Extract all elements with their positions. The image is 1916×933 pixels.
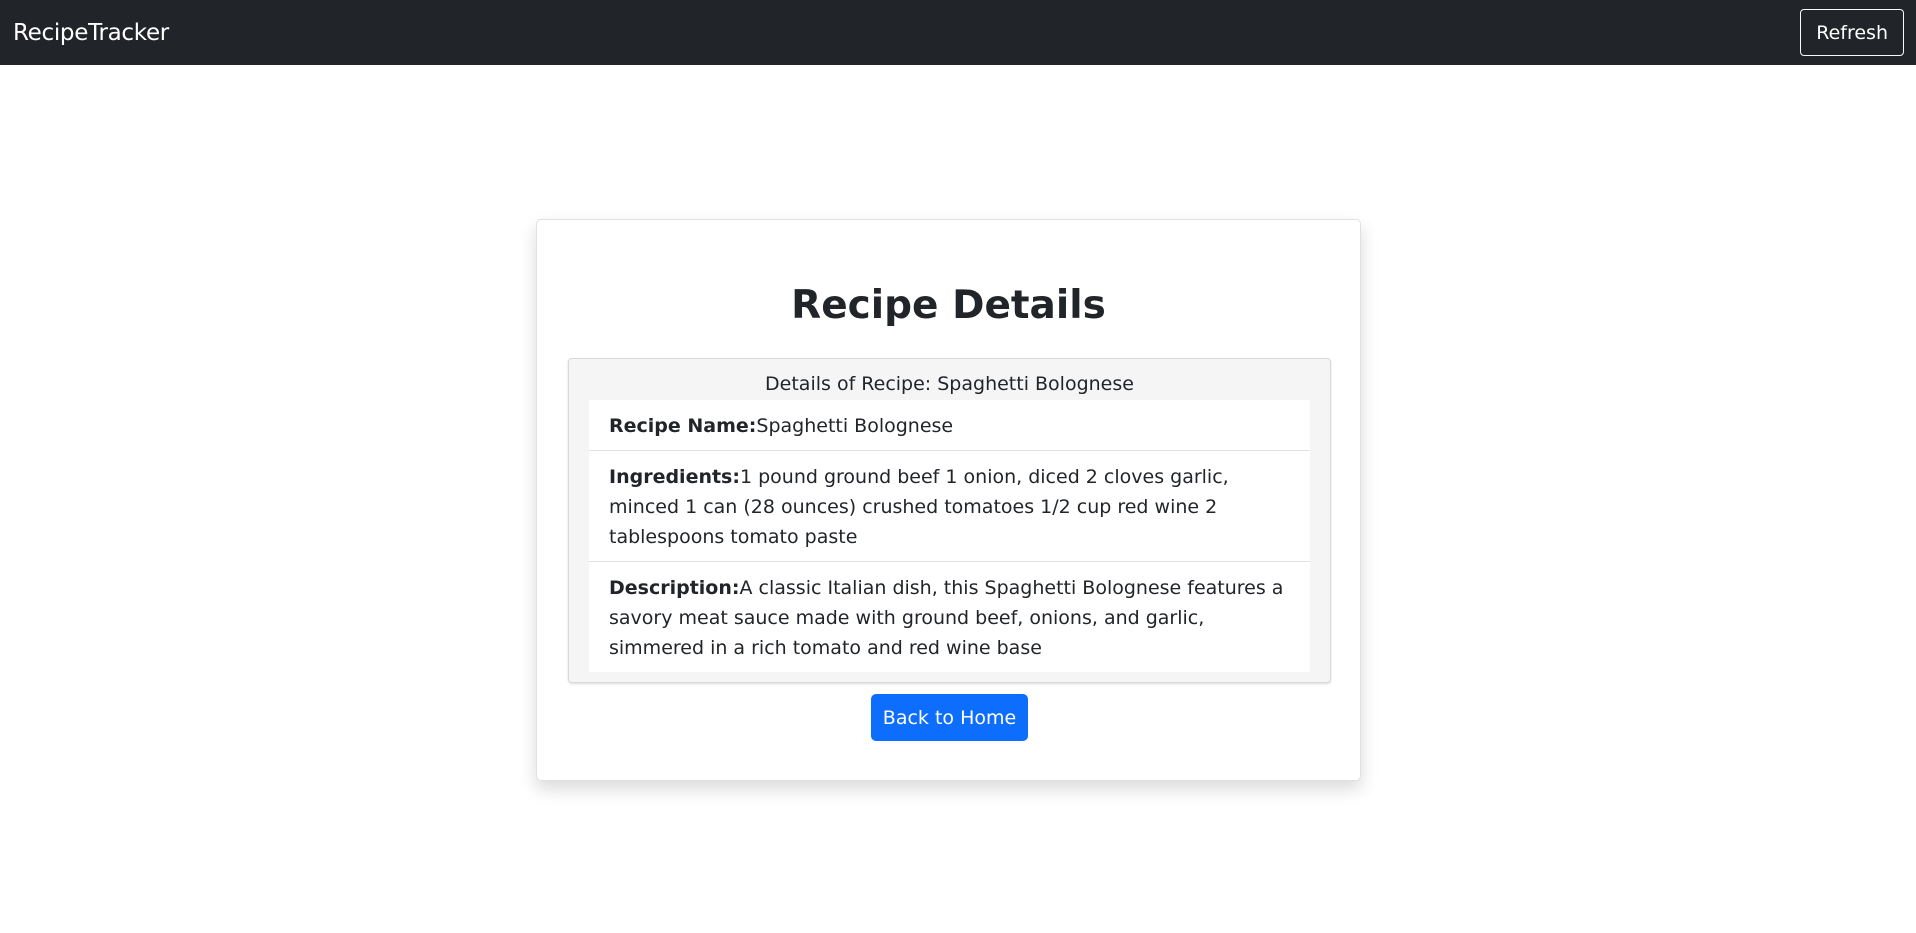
- recipe-name-label: Recipe Name:: [609, 415, 757, 437]
- ingredients-label: Ingredients:: [609, 466, 740, 488]
- recipe-card: Recipe Details Details of Recipe: Spaghe…: [536, 219, 1361, 781]
- refresh-button[interactable]: Refresh: [1800, 9, 1904, 56]
- brand-link[interactable]: RecipeTracker: [13, 20, 169, 46]
- recipe-details-panel: Details of Recipe: Spaghetti Bolognese R…: [568, 358, 1331, 683]
- recipe-name-value: Spaghetti Bolognese: [756, 415, 954, 437]
- details-list: Recipe Name:Spaghetti Bolognese Ingredie…: [589, 400, 1310, 672]
- page-title: Recipe Details: [791, 283, 1106, 328]
- details-header: Details of Recipe: Spaghetti Bolognese: [765, 373, 1134, 395]
- back-to-home-button[interactable]: Back to Home: [871, 694, 1028, 741]
- list-item-description: Description:A classic Italian dish, this…: [589, 562, 1310, 672]
- top-navbar: RecipeTracker Refresh: [0, 0, 1916, 65]
- list-item-recipe-name: Recipe Name:Spaghetti Bolognese: [589, 400, 1310, 451]
- description-label: Description:: [609, 577, 740, 599]
- list-item-ingredients: Ingredients:1 pound ground beef 1 onion,…: [589, 451, 1310, 562]
